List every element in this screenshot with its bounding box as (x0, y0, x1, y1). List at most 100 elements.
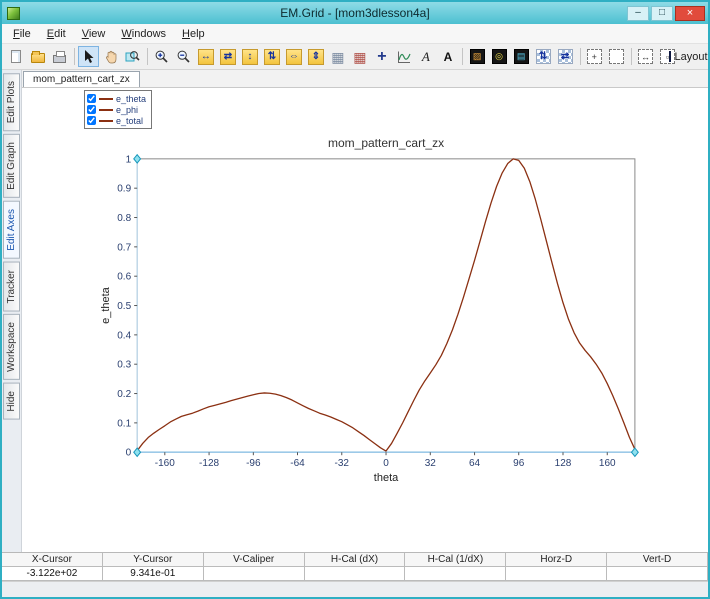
chart: -160 -128 -96 -64 -32 0 32 64 96 128 160 0 0.1 0.2 0.3… (100, 136, 639, 484)
new-file-icon (10, 50, 21, 63)
chart-title: mom_pattern_cart_zx (328, 136, 444, 150)
region-clear-button[interactable] (606, 46, 627, 67)
minimize-button[interactable]: – (627, 5, 649, 21)
status-bar: X-Cursor Y-Cursor V-Caliper H-Cal (dX) H-Cal… (2, 552, 708, 581)
add-text-button[interactable]: A (437, 46, 458, 67)
title-bar[interactable]: EM.Grid - [mom3dlesson4a] – □ × (2, 2, 708, 24)
contour-plot-icon: ◎ (491, 49, 507, 64)
fit-all-extents-icon: ⇔ (285, 48, 302, 65)
swap-rows-button[interactable]: ⇅ (533, 46, 554, 67)
add-marker-icon: + (377, 47, 387, 65)
region-box-icon: ▫ (660, 49, 676, 64)
compress-y-button[interactable]: ⇅ (261, 46, 282, 67)
close-button[interactable]: × (675, 5, 705, 21)
annotation-arrow-button[interactable]: A (415, 46, 436, 67)
side-tab-tracker[interactable]: Tracker (3, 261, 20, 312)
status-header-h-cal-1-dx: H-Cal (1/dX) (405, 553, 507, 567)
side-tab-edit-axes[interactable]: Edit Axes (3, 201, 20, 259)
print-button[interactable] (49, 46, 70, 67)
data-table-button[interactable]: ▦ (349, 46, 370, 67)
compress-x-button[interactable]: ⇄ (217, 46, 238, 67)
grid-options-button[interactable]: ▦ (327, 46, 348, 67)
side-tab-workspace[interactable]: Workspace (3, 314, 20, 381)
plot-canvas[interactable]: -160 -128 -96 -64 -32 0 32 64 96 128 160 0 0.1 0.2 0.3… (22, 88, 708, 552)
y-tick-label: 1 (126, 154, 132, 165)
zoom-out-icon (178, 50, 191, 63)
swap-cols-icon: ⇄ (557, 49, 573, 64)
y-tick-label: 0.9 (117, 184, 131, 195)
grid-options-icon: ▦ (331, 48, 345, 65)
contour-plot-button[interactable]: ◎ (489, 46, 510, 67)
compress-x-icon: ⇄ (219, 48, 236, 65)
menu-help[interactable]: Help (174, 26, 213, 42)
status-value-h-cal-1-dx (405, 567, 507, 581)
legend-row-e-total: e_total (87, 115, 146, 126)
x-tick-label: 160 (599, 458, 616, 469)
surface-plot-button[interactable]: ▤ (511, 46, 532, 67)
doc-tab[interactable]: mom_pattern_cart_zx (23, 71, 140, 87)
region-width-icon: ↔ (638, 49, 654, 64)
zoom-window-tool-button[interactable] (122, 46, 143, 67)
y-tick-label: 0.5 (117, 301, 131, 312)
side-tab-edit-graph[interactable]: Edit Graph (3, 134, 20, 199)
menu-view[interactable]: View (74, 26, 114, 42)
x-tick-label: -128 (199, 458, 219, 469)
y-tick-label: 0.8 (117, 213, 131, 224)
side-tab-edit-plots[interactable]: Edit Plots (3, 73, 20, 132)
legend-line-sample (99, 108, 113, 111)
fit-x-extents-icon: ↔ (197, 48, 214, 65)
menu-file[interactable]: File (5, 26, 39, 42)
legend-checkbox-e-total[interactable] (87, 116, 96, 125)
region-width-button[interactable]: ↔ (635, 46, 656, 67)
legend-label: e_theta (116, 93, 147, 104)
x-tick-label: 64 (469, 458, 481, 469)
legend-checkbox-e-theta[interactable] (87, 94, 96, 103)
swap-cols-button[interactable]: ⇄ (555, 46, 576, 67)
legend-row-e-theta: e_theta (87, 93, 146, 104)
app-icon (7, 6, 20, 20)
x-tick-label: 32 (425, 458, 437, 469)
open-folder-icon (30, 51, 45, 63)
layout-icon (669, 51, 672, 62)
bottom-strip (2, 581, 708, 597)
fit-y-extents-icon: ↕ (241, 48, 258, 65)
plot-frame (136, 158, 636, 453)
legend-checkbox-e-phi[interactable] (87, 105, 96, 114)
y-tick-label: 0.4 (117, 330, 131, 341)
new-file-button[interactable] (5, 46, 26, 67)
y-tick-label: 0.7 (117, 242, 131, 253)
open-file-button[interactable] (27, 46, 48, 67)
menu-edit[interactable]: Edit (39, 26, 74, 42)
fit-y-extents-button[interactable]: ↕ (239, 46, 260, 67)
undo-zoom-button[interactable]: ⇕ (305, 46, 326, 67)
zoom-in-button[interactable] (151, 46, 172, 67)
pan-tool-button[interactable] (100, 46, 121, 67)
x-tick-label: -96 (246, 458, 261, 469)
maximize-button[interactable]: □ (651, 5, 673, 21)
zoom-window-icon (125, 51, 140, 62)
select-tool-button[interactable] (78, 46, 100, 67)
main-area: Edit Plots Edit Graph Edit Axes Tracker Work… (2, 70, 708, 552)
legend-line-sample (99, 97, 113, 100)
zoom-out-button[interactable] (173, 46, 194, 67)
layout-button[interactable]: Layout▾ (669, 46, 708, 67)
add-marker-button[interactable]: + (371, 46, 392, 67)
menu-windows[interactable]: Windows (113, 26, 174, 42)
status-value-x-cursor: -3.122e+02 (2, 567, 103, 581)
add-curve-button[interactable] (393, 46, 414, 67)
status-header-vert-d: Vert-D (607, 553, 708, 567)
doc-tab-row: mom_pattern_cart_zx (22, 70, 708, 88)
status-header-horz-d: Horz-D (506, 553, 608, 567)
y-tick-label: 0.6 (117, 272, 131, 283)
legend-line-sample (99, 119, 113, 122)
fit-all-extents-button[interactable]: ⇔ (283, 46, 304, 67)
image-plot-button[interactable]: ▨ (467, 46, 488, 67)
app-window: EM.Grid - [mom3dlesson4a] – □ × File Edit… (0, 0, 710, 599)
x-tick-label: 96 (513, 458, 525, 469)
toolbar: ↔ ⇄ ↕ ⇅ ⇔ ⇕ ▦ ▦ + AA ▨ ◎ ▤ ⇅ ⇄ + ↔ ▫Layout▾ (2, 44, 708, 70)
text-a-icon: A (443, 49, 453, 64)
side-tab-hide[interactable]: Hide (3, 383, 20, 420)
zoom-in-icon (156, 50, 169, 63)
region-new-button[interactable]: + (584, 46, 605, 67)
fit-x-extents-button[interactable]: ↔ (195, 46, 216, 67)
